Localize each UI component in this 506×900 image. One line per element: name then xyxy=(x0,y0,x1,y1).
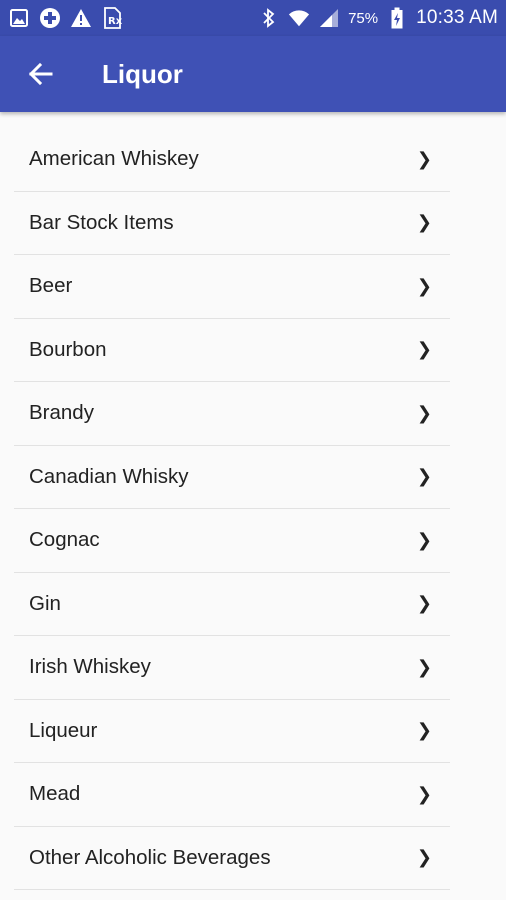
chevron-right-icon: ❯ xyxy=(416,593,432,614)
chevron-right-icon: ❯ xyxy=(416,847,432,868)
battery-charging-icon xyxy=(386,7,408,29)
list-item-label: American Whiskey xyxy=(29,147,199,171)
list-item-beer[interactable]: Beer ❯ xyxy=(14,255,450,319)
page-title: Liquor xyxy=(102,58,183,89)
chevron-right-icon: ❯ xyxy=(416,402,432,423)
list-item-canadian-whisky[interactable]: Canadian Whisky ❯ xyxy=(14,446,450,509)
arrow-left-icon xyxy=(28,62,53,86)
category-list: American Whiskey ❯ Bar Stock Items ❯ Bee… xyxy=(14,128,450,890)
list-item-american-whiskey[interactable]: American Whiskey ❯ xyxy=(14,128,450,192)
list-item-label: Irish Whiskey xyxy=(29,655,151,679)
list-item-label: Mead xyxy=(29,782,81,806)
chevron-right-icon: ❯ xyxy=(416,275,432,296)
chevron-right-icon: ❯ xyxy=(416,720,432,741)
list-item-label: Beer xyxy=(29,274,73,298)
app-bar: Liquor xyxy=(0,36,506,112)
bluetooth-icon xyxy=(258,7,280,29)
chevron-right-icon: ❯ xyxy=(416,339,432,360)
list-item-label: Bourbon xyxy=(29,337,107,361)
list-item-label: Other Alcoholic Beverages xyxy=(29,845,271,869)
chevron-right-icon: ❯ xyxy=(416,212,432,233)
list-item-mead[interactable]: Mead ❯ xyxy=(14,763,450,827)
list-item-cognac[interactable]: Cognac ❯ xyxy=(14,509,450,573)
back-button[interactable] xyxy=(20,54,60,94)
chevron-right-icon: ❯ xyxy=(416,529,432,550)
status-bar: Rx 75% 10:33 AM xyxy=(0,0,506,36)
rx-icon: Rx xyxy=(101,7,123,29)
list-item-gin[interactable]: Gin ❯ xyxy=(14,573,450,636)
list-item-label: Canadian Whisky xyxy=(29,464,189,488)
battery-percentage: 75% xyxy=(348,9,379,27)
plus-circle-icon xyxy=(39,7,61,29)
list-item-label: Bar Stock Items xyxy=(29,210,174,234)
list-item-label: Liqueur xyxy=(29,718,98,742)
list-item-label: Brandy xyxy=(29,401,94,425)
system-indicators: 75% 10:33 AM xyxy=(258,7,498,29)
chevron-right-icon: ❯ xyxy=(416,148,432,169)
image-icon xyxy=(8,7,30,29)
list-item-label: Gin xyxy=(29,591,61,615)
list-item-irish-whiskey[interactable]: Irish Whiskey ❯ xyxy=(14,636,450,700)
list-item-bar-stock-items[interactable]: Bar Stock Items ❯ xyxy=(14,192,450,255)
list-item-other-alcoholic-beverages[interactable]: Other Alcoholic Beverages ❯ xyxy=(14,827,450,890)
notification-icons: Rx xyxy=(8,7,123,29)
list-item-label: Cognac xyxy=(29,528,100,552)
list-item-liqueur[interactable]: Liqueur ❯ xyxy=(14,700,450,763)
list-item-bourbon[interactable]: Bourbon ❯ xyxy=(14,319,450,382)
clock: 10:33 AM xyxy=(416,7,498,28)
chevron-right-icon: ❯ xyxy=(416,466,432,487)
warning-icon xyxy=(70,7,92,29)
signal-icon xyxy=(318,7,340,29)
svg-text:Rx: Rx xyxy=(108,16,122,27)
wifi-icon xyxy=(288,7,310,29)
chevron-right-icon: ❯ xyxy=(416,656,432,677)
chevron-right-icon: ❯ xyxy=(416,783,432,804)
list-item-brandy[interactable]: Brandy ❯ xyxy=(14,382,450,446)
